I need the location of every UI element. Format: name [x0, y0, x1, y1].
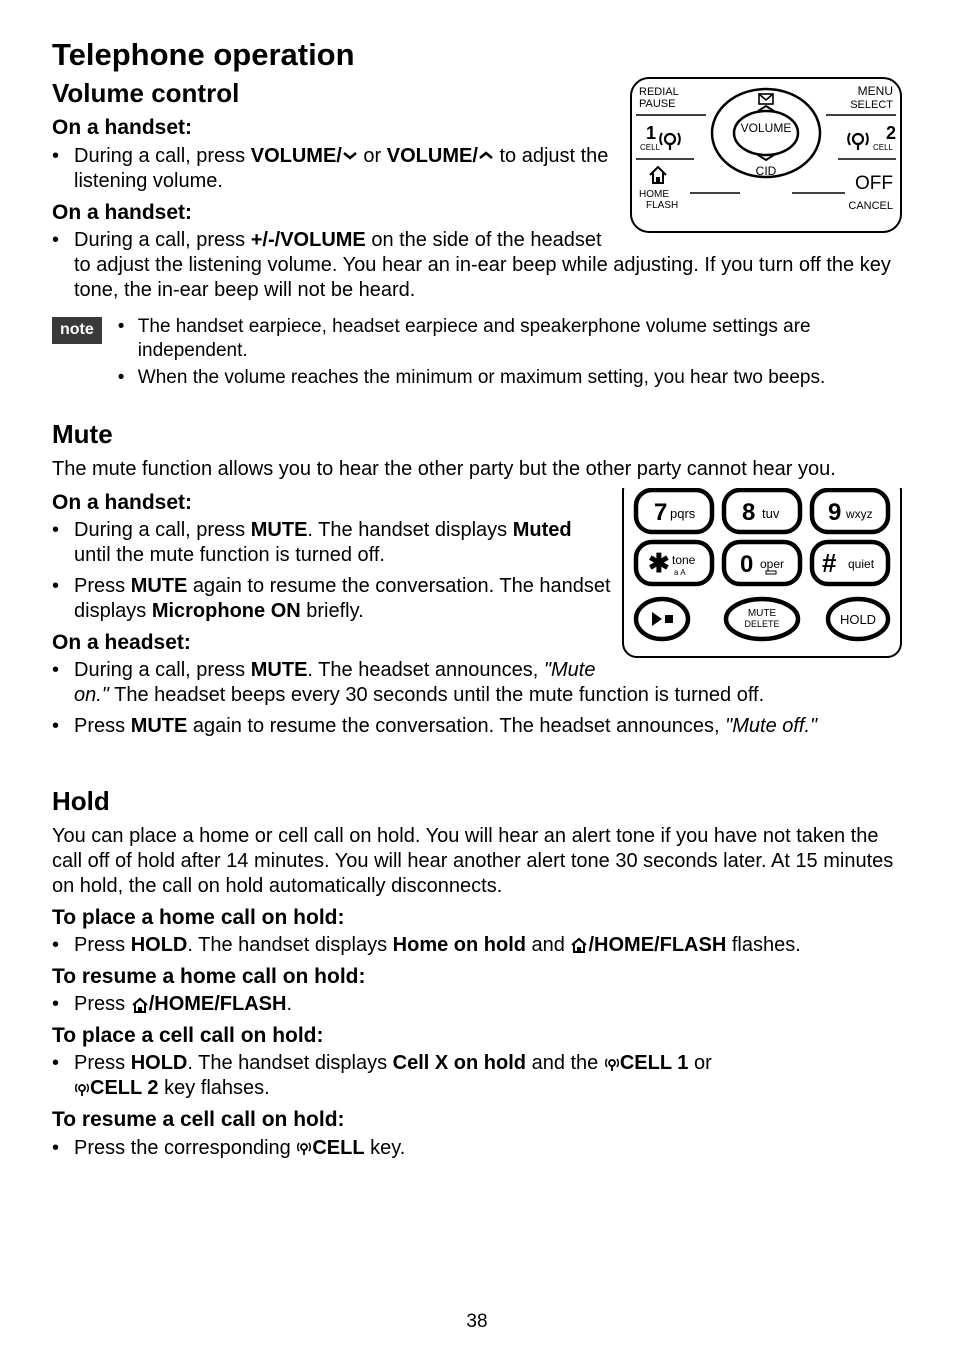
- svg-text:1: 1: [646, 123, 656, 143]
- volume-bullet-2: During a call, press +/-/VOLUME on the s…: [52, 228, 902, 303]
- keypad-diagram: 7 pqrs 8 tuv 9 wxyz ✱ tone: [622, 488, 902, 658]
- hold-bullet-1: Press HOLD. The handset displays Home on…: [52, 933, 902, 958]
- home-icon: [131, 997, 149, 1013]
- chevron-up-icon: [478, 150, 494, 162]
- home-icon: [570, 937, 588, 953]
- hold-heading: Hold: [52, 785, 902, 818]
- page-title: Telephone operation: [52, 36, 902, 75]
- hold-sub4: To resume a cell call on hold:: [52, 1107, 902, 1133]
- hold-sub3: To place a cell call on hold:: [52, 1023, 902, 1049]
- hold-bullet-4: Press the corresponding CELL key.: [52, 1136, 902, 1161]
- svg-text:PAUSE: PAUSE: [639, 98, 675, 110]
- svg-text:FLASH: FLASH: [646, 200, 678, 211]
- volume-bullet-1: During a call, press VOLUME/ or VOLUME/ …: [52, 144, 902, 194]
- mute-bullet-1b: Press MUTE again to resume the conversat…: [52, 574, 902, 624]
- hold-bullet-3: Press HOLD. The handset displays Cell X …: [52, 1051, 902, 1101]
- page-number: 38: [0, 1310, 954, 1334]
- svg-text:REDIAL: REDIAL: [639, 86, 679, 98]
- svg-text:CANCEL: CANCEL: [848, 200, 893, 212]
- svg-text:SELECT: SELECT: [850, 99, 893, 111]
- svg-text:2: 2: [886, 123, 896, 143]
- mute-intro: The mute function allows you to hear the…: [52, 457, 902, 482]
- chevron-down-icon: [342, 150, 358, 162]
- note-item-2: When the volume reaches the minimum or m…: [118, 366, 902, 390]
- mute-bullet-2b: Press MUTE again to resume the conversat…: [52, 714, 902, 739]
- hold-sub1: To place a home call on hold:: [52, 905, 902, 931]
- mute-heading: Mute: [52, 418, 902, 451]
- hold-intro: You can place a home or cell call on hol…: [52, 824, 902, 899]
- mute-bullet-2a: During a call, press MUTE. The headset a…: [52, 658, 902, 708]
- cell-icon: [604, 1056, 620, 1072]
- mute-bullet-1a: During a call, press MUTE. The handset d…: [52, 518, 902, 568]
- hold-bullet-2: Press /HOME/FLASH.: [52, 992, 902, 1017]
- note-item-1: The handset earpiece, headset earpiece a…: [118, 315, 902, 363]
- cell-icon: [74, 1081, 90, 1097]
- note-badge: note: [52, 317, 102, 344]
- cell-icon: [296, 1140, 312, 1156]
- svg-text:MENU: MENU: [858, 84, 893, 98]
- hold-sub2: To resume a home call on hold:: [52, 964, 902, 990]
- svg-text:VOLUME: VOLUME: [741, 121, 792, 135]
